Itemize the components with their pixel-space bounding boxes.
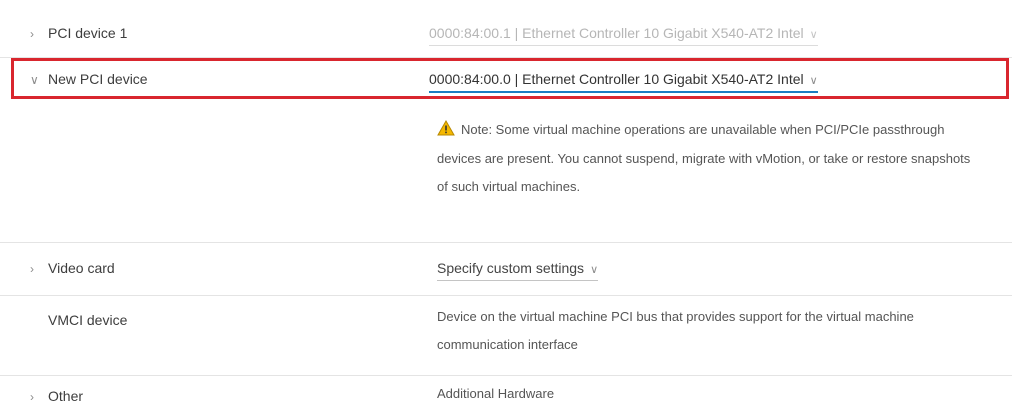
pci-device-1-toggle[interactable]: › PCI device 1 [30, 25, 127, 41]
pci-device-1-label: PCI device 1 [48, 25, 128, 41]
vmci-device-description: Device on the virtual machine PCI bus th… [437, 309, 914, 352]
passthrough-note-text: Note: Some virtual machine operations ar… [437, 122, 971, 194]
passthrough-note: Note: Some virtual machine operations ar… [437, 116, 977, 202]
dropdown-arrow-icon: ∨ [809, 75, 818, 87]
video-card-select[interactable]: Specify custom settings ∨ [437, 260, 599, 281]
new-pci-device-value: 0000:84:00.0 | Ethernet Controller 10 Gi… [429, 71, 804, 87]
row-video-card: › Video card Specify custom settings ∨ [0, 243, 1012, 296]
row-vmci-device: VMCI device Device on the virtual machin… [0, 296, 1012, 376]
dropdown-arrow-icon: ∨ [590, 264, 599, 276]
chevron-right-icon: › [30, 262, 34, 276]
row-other: › Other Additional Hardware [0, 376, 1012, 412]
vmci-device-label: VMCI device [48, 312, 128, 328]
other-value: Additional Hardware [437, 386, 555, 401]
other-toggle[interactable]: › Other [30, 388, 83, 404]
new-pci-device-select[interactable]: 0000:84:00.0 | Ethernet Controller 10 Gi… [429, 71, 818, 93]
video-card-label: Video card [48, 260, 115, 276]
video-card-value: Specify custom settings [437, 260, 585, 276]
video-card-toggle[interactable]: › Video card [30, 260, 115, 276]
new-pci-device-label: New PCI device [48, 71, 148, 87]
warning-icon [437, 120, 455, 136]
vm-hardware-panel: › PCI device 1 0000:84:00.1 | Ethernet Co… [0, 0, 1012, 412]
dropdown-arrow-icon: ∨ [809, 29, 818, 41]
chevron-down-icon: ∨ [30, 73, 39, 87]
pci-device-1-select[interactable]: 0000:84:00.1 | Ethernet Controller 10 Gi… [429, 25, 818, 46]
row-pci-device-1: › PCI device 1 0000:84:00.1 | Ethernet Co… [0, 0, 1012, 58]
pci-device-1-value: 0000:84:00.1 | Ethernet Controller 10 Gi… [429, 25, 804, 41]
other-label: Other [48, 388, 84, 404]
chevron-right-icon: › [30, 390, 34, 404]
new-pci-device-toggle[interactable]: ∨ New PCI device [30, 71, 148, 87]
chevron-right-icon: › [30, 27, 34, 41]
